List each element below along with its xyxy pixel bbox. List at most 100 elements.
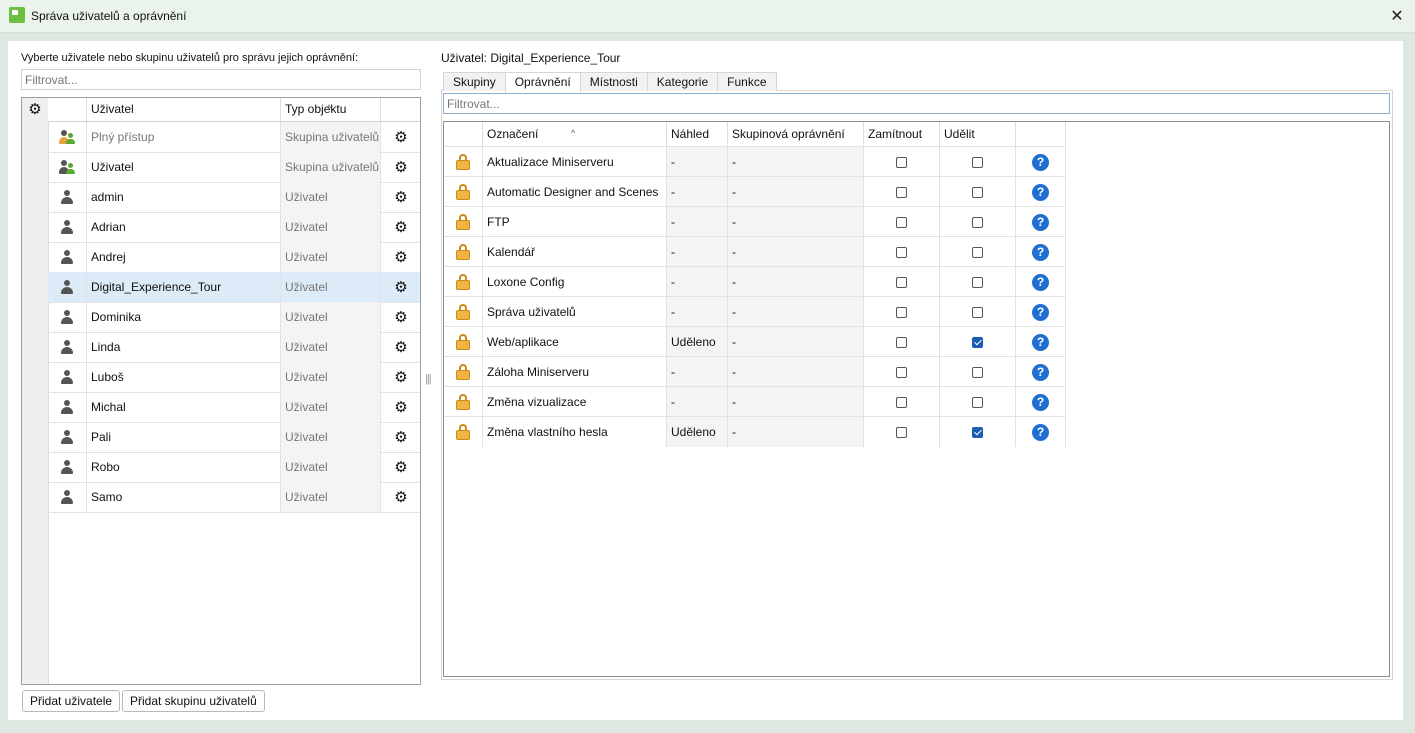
user-name: Pali: [87, 422, 281, 452]
tab-0[interactable]: Skupiny: [443, 72, 506, 91]
deny-checkbox[interactable]: [896, 216, 907, 228]
deny-checkbox[interactable]: [896, 366, 907, 378]
row-settings-button[interactable]: ⚙: [381, 212, 420, 242]
row-settings-button[interactable]: ⚙: [381, 392, 420, 422]
add-user-button[interactable]: Přidat uživatele: [22, 690, 121, 712]
grant-cell: [940, 327, 1016, 357]
user-row[interactable]: Pali Uživatel ⚙: [48, 422, 420, 453]
panel-splitter[interactable]: |||: [425, 373, 432, 385]
user-row[interactable]: Linda Uživatel ⚙: [48, 332, 420, 363]
help-icon[interactable]: ?: [1032, 273, 1049, 291]
user-row[interactable]: Dominika Uživatel ⚙: [48, 302, 420, 333]
help-icon[interactable]: ?: [1032, 213, 1049, 231]
permission-row: Správa uživatelů - -?: [444, 296, 1066, 327]
group-full-icon: [59, 130, 75, 144]
tab-4[interactable]: Funkce: [717, 72, 777, 91]
user-row[interactable]: Michal Uživatel ⚙: [48, 392, 420, 423]
row-settings-button[interactable]: ⚙: [381, 422, 420, 452]
row-settings-button[interactable]: ⚙: [381, 242, 420, 272]
user-row[interactable]: Plný přístup Skupina uživatelů ⚙: [48, 122, 420, 153]
row-settings-button[interactable]: ⚙: [381, 152, 420, 182]
grant-checkbox[interactable]: [972, 186, 983, 198]
deny-checkbox[interactable]: [896, 246, 907, 258]
user-type-icon-cell: [48, 452, 87, 482]
tab-1[interactable]: Oprávnění: [504, 72, 581, 92]
user-type-icon-cell: [48, 422, 87, 452]
help-icon[interactable]: ?: [1032, 153, 1049, 171]
permission-filter-input[interactable]: [443, 93, 1390, 114]
user-type-icon-cell: [48, 482, 87, 512]
help-icon[interactable]: ?: [1032, 303, 1049, 321]
grant-checkbox[interactable]: [972, 276, 983, 288]
permission-preview: Uděleno: [667, 417, 728, 447]
user-type-icon-cell: [48, 242, 87, 272]
grant-checkbox[interactable]: [972, 336, 983, 348]
gear-icon: ⚙: [28, 101, 42, 118]
row-settings-button[interactable]: ⚙: [381, 272, 420, 302]
permission-preview: -: [667, 177, 728, 207]
grant-cell: [940, 417, 1016, 447]
help-icon[interactable]: ?: [1032, 393, 1049, 411]
grant-checkbox[interactable]: [972, 156, 983, 168]
row-settings-button[interactable]: ⚙: [381, 482, 420, 512]
help-icon[interactable]: ?: [1032, 183, 1049, 201]
column-header-name[interactable]: Označení ^: [483, 122, 667, 146]
user-row[interactable]: Uživatel Skupina uživatelů ⚙: [48, 152, 420, 183]
user-row[interactable]: admin Uživatel ⚙: [48, 182, 420, 213]
tab-2[interactable]: Místnosti: [579, 72, 648, 91]
deny-checkbox[interactable]: [896, 396, 907, 408]
add-group-button[interactable]: Přidat skupinu uživatelů: [122, 690, 265, 712]
grant-checkbox[interactable]: [972, 246, 983, 258]
user-row[interactable]: Samo Uživatel ⚙: [48, 482, 420, 513]
grant-checkbox[interactable]: [972, 426, 983, 438]
row-settings-button[interactable]: ⚙: [381, 452, 420, 482]
object-type: Uživatel: [281, 272, 381, 302]
row-settings-button[interactable]: ⚙: [381, 332, 420, 362]
help-cell: ?: [1016, 177, 1066, 207]
help-icon[interactable]: ?: [1032, 333, 1049, 351]
help-cell: ?: [1016, 327, 1066, 357]
permission-preview: Uděleno: [667, 327, 728, 357]
user-icon: [60, 220, 74, 234]
help-icon[interactable]: ?: [1032, 243, 1049, 261]
help-icon[interactable]: ?: [1032, 423, 1049, 441]
help-icon[interactable]: ?: [1032, 363, 1049, 381]
column-header-group-permissions[interactable]: Skupinová oprávnění: [728, 122, 864, 146]
user-row[interactable]: Andrej Uživatel ⚙: [48, 242, 420, 273]
help-cell: ?: [1016, 207, 1066, 237]
grant-checkbox[interactable]: [972, 396, 983, 408]
column-header-preview[interactable]: Náhled: [667, 122, 728, 146]
grant-checkbox[interactable]: [972, 306, 983, 318]
column-header-type[interactable]: Typ objektu ^: [281, 98, 381, 121]
grant-checkbox[interactable]: [972, 216, 983, 228]
close-button[interactable]: ✕: [1379, 0, 1415, 32]
user-row[interactable]: Robo Uživatel ⚙: [48, 452, 420, 483]
user-filter-input[interactable]: [21, 69, 421, 90]
deny-checkbox[interactable]: [896, 276, 907, 288]
tab-3[interactable]: Kategorie: [646, 72, 719, 91]
deny-checkbox[interactable]: [896, 426, 907, 438]
object-type: Uživatel: [281, 302, 381, 332]
row-settings-button[interactable]: ⚙: [381, 122, 420, 152]
user-type-icon-cell: [48, 272, 87, 302]
row-settings-button[interactable]: ⚙: [381, 302, 420, 332]
column-header-user[interactable]: Uživatel: [87, 98, 281, 121]
deny-checkbox[interactable]: [896, 186, 907, 198]
column-header-grant[interactable]: Udělit: [940, 122, 1016, 146]
user-row[interactable]: Luboš Uživatel ⚙: [48, 362, 420, 393]
permissions-table: Označení ^ Náhled Skupinová oprávnění Za…: [443, 121, 1390, 677]
user-row[interactable]: Digital_Experience_Tour Uživatel ⚙: [48, 272, 420, 303]
column-header-deny[interactable]: Zamítnout: [864, 122, 940, 146]
icon-column-header: [48, 98, 87, 121]
user-type-icon-cell: [48, 302, 87, 332]
deny-checkbox[interactable]: [896, 306, 907, 318]
row-settings-button[interactable]: ⚙: [381, 362, 420, 392]
deny-checkbox[interactable]: [896, 336, 907, 348]
permission-row: Kalendář - -?: [444, 236, 1066, 267]
user-row[interactable]: Adrian Uživatel ⚙: [48, 212, 420, 243]
table-settings-button[interactable]: ⚙: [22, 98, 48, 121]
gear-icon: ⚙: [394, 428, 408, 446]
deny-checkbox[interactable]: [896, 156, 907, 168]
row-settings-button[interactable]: ⚙: [381, 182, 420, 212]
grant-checkbox[interactable]: [972, 366, 983, 378]
